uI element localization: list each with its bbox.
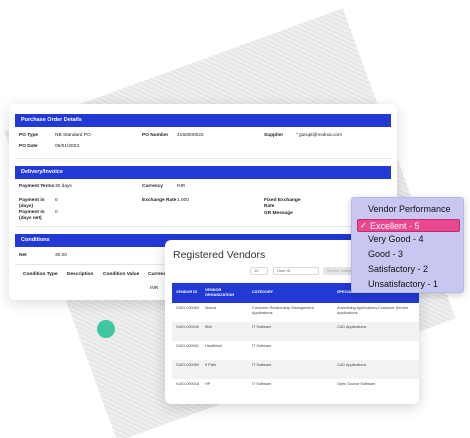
- cell-special: CAD Applications: [337, 363, 367, 367]
- payment-terms-value: 30 days: [55, 184, 72, 189]
- cell-special: CAD Applications: [337, 325, 367, 329]
- col-category[interactable]: CATEGORY: [252, 290, 273, 295]
- cell-vendor-org: Mokxa: [205, 306, 217, 310]
- cell-special: Open Source Software: [337, 382, 376, 386]
- po-date-value: 06/01/2023: [55, 144, 80, 149]
- cell-special: Advertising Applications,Customer Servic…: [337, 306, 409, 315]
- section-purchase-order-header: Purchase Order Details: [15, 114, 391, 127]
- option-good[interactable]: Good - 3: [368, 249, 403, 259]
- section-delivery-header: Delivery/Invoice: [15, 166, 391, 179]
- cell-vendor-id: VUID-000018: [176, 382, 200, 386]
- exchange-rate-label: Exchange Rate: [142, 198, 177, 203]
- col-condition-value: Condition Value: [103, 272, 140, 277]
- po-number-value: 4150000022: [177, 133, 204, 138]
- decorative-dot: [97, 320, 115, 338]
- cell-vendor-org: IBM: [205, 325, 212, 329]
- table-row[interactable]: VUID-000018 HP IT Software Open Source S…: [172, 379, 419, 398]
- page-size-select[interactable]: 10: [250, 267, 268, 275]
- po-number-label: PO Number: [142, 133, 169, 138]
- vendor-performance-dropdown[interactable]: Vendor Performance ✓ Excellent - 5 Very …: [351, 197, 464, 293]
- payment-in-days-net-value: 0: [55, 210, 58, 215]
- cell-category: IT Software: [252, 344, 272, 348]
- col-vendor-organization[interactable]: VENDOR ORGANIZATION: [205, 288, 235, 297]
- gr-message-label: GR Message: [264, 211, 293, 216]
- currency-label: Currency: [142, 184, 164, 189]
- supplier-label: Supplier: [264, 133, 284, 138]
- option-unsatisfactory[interactable]: Unsatisfactory - 1: [368, 279, 438, 289]
- supplier-value: " gurupt@mokxa.com: [296, 133, 343, 138]
- cell-vendor-org: 9 Path: [205, 363, 216, 367]
- cell-vendor-id: VUID-000060: [176, 306, 200, 310]
- payment-in-days-net-label: Payment in (days net): [19, 210, 45, 221]
- cell-category: IT Software: [252, 382, 272, 386]
- cell-vendor-org: HP: [205, 382, 211, 386]
- option-very-good[interactable]: Very Good - 4: [368, 234, 424, 244]
- condition-currency-value: INR: [150, 286, 159, 291]
- payment-in-days-label: Payment in (days): [19, 198, 45, 209]
- table-row[interactable]: VUID-000061 Healthhub IT Software: [172, 341, 419, 360]
- option-excellent-selected[interactable]: ✓ Excellent - 5: [357, 219, 460, 232]
- payment-in-days-value: 0: [55, 198, 58, 203]
- cell-category: IT Software: [252, 325, 272, 329]
- currency-value: INR: [177, 184, 186, 189]
- cell-vendor-id: VUID-000061: [176, 344, 200, 348]
- table-row[interactable]: VUID-000059 9 Path IT Software CAD Appli…: [172, 360, 419, 379]
- divider: [15, 226, 391, 227]
- po-date-label: PO Date: [19, 144, 38, 149]
- checkmark-icon: ✓: [360, 221, 367, 230]
- payment-terms-label: Payment Terms: [19, 184, 55, 189]
- col-condition-type: Condition Type: [23, 272, 58, 277]
- net-value: 30.00: [55, 253, 68, 258]
- cell-vendor-org: Healthhub: [205, 344, 223, 348]
- col-vendor-id[interactable]: VENDOR ID: [176, 290, 197, 295]
- table-row[interactable]: VUID-000060 Mokxa Customer Relationship …: [172, 303, 419, 322]
- fixed-exchange-rate-label: Fixed Exchange Rate: [264, 198, 301, 209]
- cell-category: IT Software: [252, 363, 272, 367]
- po-type-label: PO Type: [19, 133, 39, 138]
- cell-vendor-id: VUID-000040: [176, 325, 200, 329]
- dropdown-heading: Vendor Performance: [368, 204, 451, 214]
- option-satisfactory[interactable]: Satisfactory - 2: [368, 264, 428, 274]
- user-id-input[interactable]: User ID: [273, 267, 319, 275]
- col-description: Description: [67, 272, 94, 277]
- table-row[interactable]: VUID-000040 IBM IT Software CAD Applicat…: [172, 322, 419, 341]
- divider: [15, 158, 391, 159]
- option-label: Excellent - 5: [370, 221, 420, 231]
- cell-category: Customer Relationship Management Applica…: [252, 306, 314, 315]
- net-label: Net: [19, 253, 27, 258]
- vendors-title: Registered Vendors: [173, 249, 266, 261]
- exchange-rate-value: 1.000: [177, 198, 190, 203]
- cell-vendor-id: VUID-000059: [176, 363, 200, 367]
- po-type-value: NB Standard PO: [55, 133, 91, 138]
